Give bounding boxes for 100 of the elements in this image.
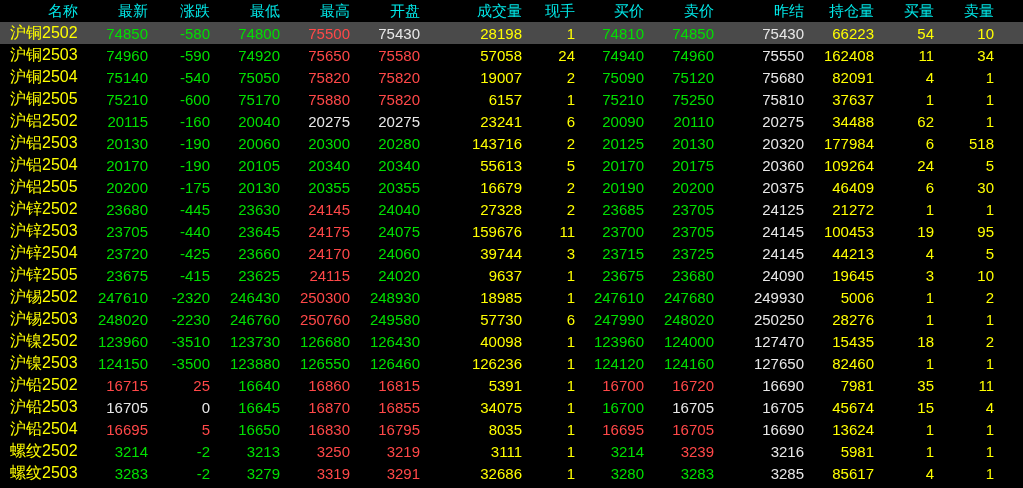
quote-row[interactable]: 沪锌2503 23705 -440 23645 24175 24075 159676 11 23700 23705 24145 100453 19 95	[0, 220, 1023, 242]
table-cell-text: 20125	[601, 134, 644, 152]
table-cell-text: 246430	[228, 288, 280, 306]
table-cell-text: 1	[984, 112, 994, 130]
quote-row[interactable]: 沪铝2505 20200 -175 20130 20355 20355 16679 2 20190 20200 20375 46409 6 30	[0, 176, 1023, 198]
table-cell-text: 5	[984, 244, 994, 262]
quote-row[interactable]: 沪锌2504 23720 -425 23660 24170 24060 39744 3 23715 23725 24145 44213 4 5	[0, 242, 1023, 264]
table-cell-text: 16705	[671, 398, 714, 416]
table-cell-text: 126460	[368, 354, 420, 372]
table-cell-text: 1	[565, 288, 575, 306]
table-cell-text: -160	[178, 112, 210, 130]
table-cell-text: 23660	[237, 244, 280, 262]
column-header[interactable]: 成交量	[420, 1, 522, 21]
table-cell-text: 45674	[831, 398, 874, 416]
quote-row[interactable]: 沪铜2504 75140 -540 75050 75820 75820 19007 2 75090 75120 75680 82091 4 1	[0, 66, 1023, 88]
quote-row[interactable]: 沪铅2502 16715 25 16640 16860 16815 5391 1 16700 16720 16690 7981 35 11	[0, 374, 1023, 396]
table-cell-text: 1	[984, 200, 994, 218]
table-cell-text: 20040	[237, 112, 280, 130]
contract-name: 沪铝2504	[9, 154, 78, 175]
table-cell-text: -440	[178, 222, 210, 240]
table-cell-text: 16695	[105, 420, 148, 438]
column-header[interactable]: 买价	[575, 1, 644, 21]
table-cell-text: 23680	[671, 266, 714, 284]
table-cell-text: 247610	[96, 288, 148, 306]
table-cell-text: 20130	[237, 178, 280, 196]
quote-row[interactable]: 沪铜2505 75210 -600 75170 75880 75820 6157 1 75210 75250 75810 37637 1 1	[0, 88, 1023, 110]
contract-name: 沪铝2503	[9, 132, 78, 153]
table-cell-text: 74800	[237, 24, 280, 42]
table-cell-text: 3280	[609, 464, 644, 482]
column-header[interactable]: 涨跌	[148, 1, 210, 21]
table-cell-text: 20105	[237, 156, 280, 174]
column-header[interactable]: 名称	[0, 1, 78, 21]
table-cell-text: 9637	[487, 266, 522, 284]
quote-row[interactable]: 沪铝2503 20130 -190 20060 20300 20280 143716 2 20125 20130 20320 177984 6 518	[0, 132, 1023, 154]
table-cell-text: 23705	[105, 222, 148, 240]
column-header[interactable]: 最低	[210, 1, 280, 21]
table-cell-text: 11	[917, 46, 934, 64]
column-header[interactable]: 最高	[280, 1, 350, 21]
column-header[interactable]: 昨结	[714, 1, 804, 21]
quote-row[interactable]: 沪铝2502 20115 -160 20040 20275 20275 23241 6 20090 20110 20275 34488 62 1	[0, 110, 1023, 132]
table-cell-text: 23705	[671, 200, 714, 218]
quote-row[interactable]: 沪镍2502 123960 -3510 123730 126680 126430 40098 1 123960 124000 127470 15435 18 2	[0, 330, 1023, 352]
table-cell-text: 2	[984, 332, 994, 350]
table-cell-text: 19	[916, 222, 934, 240]
table-cell-text: 7981	[839, 376, 874, 394]
column-header[interactable]: 买量	[874, 1, 934, 21]
table-cell-text: 1	[565, 332, 575, 350]
table-cell-text: 39744	[479, 244, 522, 262]
quote-row[interactable]: 沪锌2502 23680 -445 23630 24145 24040 27328 2 23685 23705 24125 21272 1 1	[0, 198, 1023, 220]
table-cell-text: 16690	[761, 420, 804, 438]
table-cell-text: 24125	[761, 200, 804, 218]
table-cell-text: 3213	[245, 442, 280, 460]
contract-name: 沪铝2505	[9, 176, 78, 197]
table-cell-text: 66223	[831, 24, 874, 42]
column-header[interactable]: 卖量	[934, 1, 994, 21]
quote-row[interactable]: 螺纹2502 3214 -2 3213 3250 3219 3111 1 3214 3239 3216 5981 1 1	[0, 440, 1023, 462]
contract-name: 沪锡2502	[9, 286, 78, 307]
table-cell-text: 23700	[601, 222, 644, 240]
column-header[interactable]: 最新	[78, 1, 148, 21]
table-cell-text: 6	[565, 310, 575, 328]
quote-row[interactable]: 沪铅2503 16705 0 16645 16870 16855 34075 1 16700 16705 16705 45674 15 4	[0, 396, 1023, 418]
table-cell-text: 37637	[831, 90, 874, 108]
table-cell-text: 75430	[377, 24, 420, 42]
table-cell-text: 95	[976, 222, 994, 240]
table-cell-text: 3285	[769, 464, 804, 482]
table-cell-text: -580	[178, 24, 210, 42]
table-cell-text: 1	[924, 442, 934, 460]
column-header[interactable]: 开盘	[350, 1, 420, 21]
quote-row[interactable]: 螺纹2503 3283 -2 3279 3319 3291 32686 1 3280 3283 3285 85617 4 1	[0, 462, 1023, 484]
table-cell-text: 24145	[761, 222, 804, 240]
contract-name: 沪锡2503	[9, 308, 78, 329]
quote-row[interactable]: 沪锡2502 247610 -2320 246430 250300 248930 18985 1 247610 247680 249930 5006 1 2	[0, 286, 1023, 308]
table-cell-text: 5	[984, 156, 994, 174]
table-cell-text: 74920	[237, 46, 280, 64]
table-cell-text: 16705	[671, 420, 714, 438]
quote-row[interactable]: 沪锌2505 23675 -415 23625 24115 24020 9637 1 23675 23680 24090 19645 3 10	[0, 264, 1023, 286]
column-header[interactable]: 持仓量	[804, 1, 874, 21]
table-cell-text: -445	[178, 200, 210, 218]
table-cell-text: 20200	[105, 178, 148, 196]
table-cell-text: 24020	[377, 266, 420, 284]
quote-row[interactable]: 沪铜2503 74960 -590 74920 75650 75580 57058 24 74940 74960 75550 162408 11 34	[0, 44, 1023, 66]
table-cell-text: 20340	[377, 156, 420, 174]
table-cell-text: -600	[178, 90, 210, 108]
column-header[interactable]: 卖价	[644, 1, 714, 21]
table-cell-text: 75650	[307, 46, 350, 64]
quote-row[interactable]: 沪铝2504 20170 -190 20105 20340 20340 55613 5 20170 20175 20360 109264 24 5	[0, 154, 1023, 176]
table-cell-text: -175	[178, 178, 210, 196]
table-cell-text: 2	[565, 134, 575, 152]
table-cell-text: 247990	[592, 310, 644, 328]
table-cell-text: 24145	[307, 200, 350, 218]
table-cell-text: 16870	[307, 398, 350, 416]
table-cell-text: 2	[565, 68, 575, 86]
table-cell-text: 250300	[298, 288, 350, 306]
quote-row[interactable]: 沪铅2504 16695 5 16650 16830 16795 8035 1 16695 16705 16690 13624 1 1	[0, 418, 1023, 440]
selected-row[interactable]: 沪铜2502 74850 -580 74800 75500 75430 28198 1 74810 74850 75430 66223 54 10	[0, 22, 1023, 44]
quote-row[interactable]: 沪锡2503 248020 -2230 246760 250760 249580 57730 6 247990 248020 250250 28276 1 1	[0, 308, 1023, 330]
column-header[interactable]: 现手	[522, 1, 575, 21]
contract-name: 沪铅2502	[9, 374, 78, 395]
table-cell-text: 177984	[822, 134, 874, 152]
quote-row[interactable]: 沪镍2503 124150 -3500 123880 126550 126460 126236 1 124120 124160 127650 82460 1 1	[0, 352, 1023, 374]
